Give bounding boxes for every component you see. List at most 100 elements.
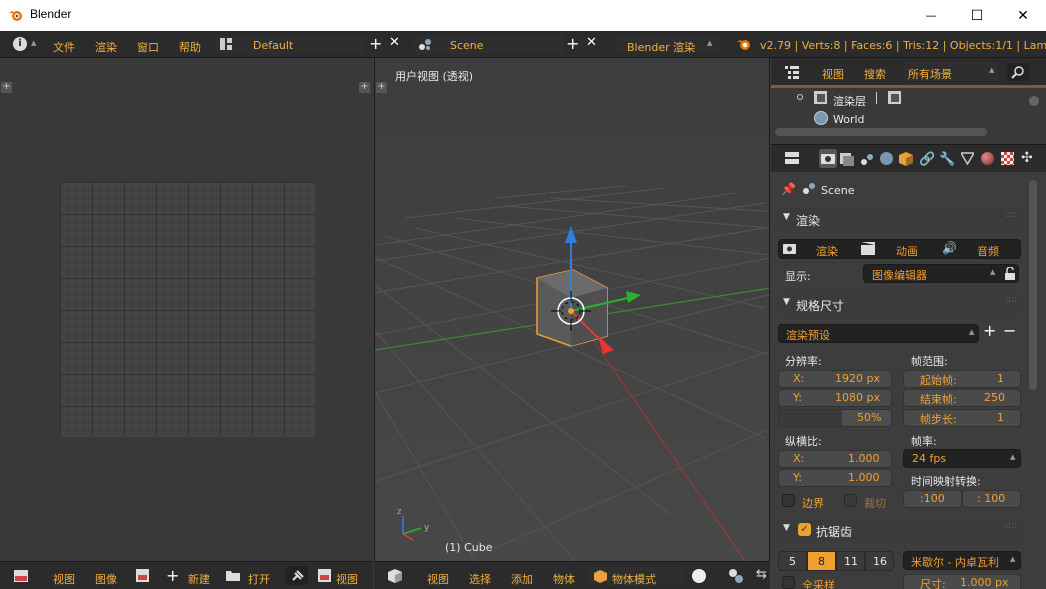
end-frame-field[interactable]: 结束帧: 250 — [903, 389, 1021, 407]
outliner-menu-search[interactable]: 搜索 — [864, 66, 886, 82]
scene-selector[interactable]: Scene — [414, 35, 564, 54]
3d-view-type-icon[interactable] — [388, 569, 402, 586]
add-preset-icon[interactable]: + — [983, 321, 996, 340]
tools-toggle-icon[interactable]: + — [1, 82, 12, 93]
full-sample-checkbox[interactable] — [782, 576, 795, 589]
pivot-icon[interactable] — [728, 568, 744, 587]
viewport-tools-toggle-icon[interactable]: + — [376, 82, 387, 93]
aspect-y-field[interactable]: Y: 1.000 — [778, 469, 892, 487]
tab-texture-icon[interactable] — [1001, 152, 1014, 165]
outliner-type-icon[interactable] — [785, 65, 799, 82]
uv-image-editor[interactable]: + + — [0, 58, 373, 561]
menu-render[interactable]: 渲染 — [95, 39, 117, 55]
render-presets-selector[interactable]: 渲染预设 ▲ — [778, 324, 979, 343]
properties-scrollbar[interactable] — [1029, 180, 1037, 390]
aa-filter-selector[interactable]: 米歇尔 - 内卓瓦利 ▲ — [903, 551, 1021, 570]
tab-render[interactable] — [819, 149, 837, 168]
aa-samples-row: 5 8 11 16 — [778, 551, 894, 571]
display-selector[interactable]: 图像编辑器 ▲ — [863, 264, 1019, 283]
remove-layout-icon[interactable]: ✕ — [389, 35, 400, 50]
time-remap-old-field[interactable]: :100 — [903, 490, 962, 508]
aspect-x-field[interactable]: X: 1.000 — [778, 450, 892, 468]
tab-render-layers-icon[interactable] — [840, 153, 854, 169]
viewport-menu-object[interactable]: 物体 — [553, 571, 575, 587]
outliner[interactable]: 视图 搜索 所有场景 ▲ 渲染层 World — [771, 58, 1046, 143]
menu-help[interactable]: 帮助 — [179, 39, 201, 55]
crop-checkbox[interactable] — [844, 494, 857, 507]
outliner-filter-selector[interactable]: 所有场景 ▲ — [903, 62, 999, 81]
render-button[interactable]: 渲染 — [816, 243, 838, 259]
mode-selector[interactable]: 物体模式 — [588, 567, 684, 586]
layout-selector[interactable]: Default — [216, 35, 366, 54]
pin-icon[interactable] — [286, 566, 308, 585]
frame-step-field[interactable]: 帧步长: 1 — [903, 409, 1021, 427]
dimensions-panel-header[interactable]: ▼ 规格尺寸 :::: — [777, 293, 1021, 315]
new-image-icon[interactable]: + — [166, 566, 179, 585]
pin-icon-props[interactable]: 📌 — [781, 182, 796, 196]
open-folder-icon[interactable] — [226, 569, 240, 584]
properties-type-icon[interactable] — [785, 152, 799, 167]
outliner-search-icon[interactable] — [1007, 63, 1029, 81]
animation-button[interactable]: 动画 — [896, 243, 918, 259]
aa-sample-8[interactable]: 8 — [807, 551, 836, 571]
outliner-menu-view[interactable]: 视图 — [822, 66, 844, 82]
time-remap-new-field[interactable]: : 100 — [962, 490, 1021, 508]
aa-size-field[interactable]: 尺寸: 1.000 px — [903, 574, 1021, 589]
lock-icon[interactable] — [1003, 266, 1017, 281]
menu-view[interactable]: 视图 — [53, 571, 75, 587]
outliner-h-scrollbar[interactable] — [775, 128, 987, 136]
add-scene-icon[interactable]: + — [566, 34, 579, 53]
tab-object-icon[interactable] — [899, 152, 913, 169]
aa-sample-11[interactable]: 11 — [836, 551, 865, 571]
maximize-button[interactable]: ☐ — [954, 0, 1000, 31]
render-engine-selector[interactable]: Blender 渲染 ▲ — [617, 35, 719, 54]
tab-scene-icon[interactable] — [860, 153, 874, 170]
aa-sample-16[interactable]: 16 — [865, 551, 894, 571]
frame-rate-selector[interactable]: 24 fps ▲ — [903, 449, 1021, 468]
drag-handle-icon[interactable]: :::: — [1005, 210, 1017, 220]
open-image-button[interactable]: 打开 — [248, 571, 270, 587]
image-editor-type-icon[interactable] — [14, 570, 28, 582]
viewport-menu-select[interactable]: 选择 — [469, 571, 491, 587]
tab-particles-icon[interactable]: ✣ — [1021, 150, 1033, 166]
outliner-item-render-layers[interactable]: 渲染层 — [833, 93, 866, 109]
render-panel-header[interactable]: ▼ 渲染 :::: — [777, 208, 1021, 230]
aa-sample-5[interactable]: 5 — [778, 551, 807, 571]
remove-scene-icon[interactable]: ✕ — [586, 35, 597, 50]
outliner-item-world[interactable]: World — [833, 113, 865, 126]
tab-data-icon[interactable] — [959, 152, 976, 168]
drag-handle-icon[interactable]: :::: — [1005, 295, 1017, 305]
viewport-menu-add[interactable]: 添加 — [511, 571, 533, 587]
start-frame-field[interactable]: 起始帧: 1 — [903, 370, 1021, 388]
tab-material-icon[interactable] — [981, 152, 994, 165]
browse-image-icon[interactable] — [136, 569, 150, 583]
properties-toggle-icon[interactable]: + — [359, 82, 370, 93]
tab-constraints-icon[interactable]: 🔗 — [919, 152, 935, 167]
menu-file[interactable]: 文件 — [53, 39, 75, 55]
info-editor-icon[interactable]: i — [13, 37, 27, 51]
properties-editor[interactable]: 🔗 🔧 ✣ 📌 Scene ▼ 渲染 :::: 渲染 动画 🔊 音频 显示: 图… — [771, 144, 1046, 589]
shading-icon[interactable] — [692, 569, 706, 583]
resolution-y-field[interactable]: Y: 1080 px — [778, 389, 892, 407]
add-layout-icon[interactable]: + — [369, 34, 382, 53]
resolution-x-field[interactable]: X: 1920 px — [778, 370, 892, 388]
menu-window[interactable]: 窗口 — [137, 39, 159, 55]
resolution-percentage-field[interactable]: 50% — [778, 409, 892, 427]
audio-button[interactable]: 音频 — [977, 243, 999, 259]
menu-image[interactable]: 图像 — [95, 571, 117, 587]
viewport-menu-view[interactable]: 视图 — [427, 571, 449, 587]
drag-handle-icon[interactable]: :::: — [1005, 521, 1017, 531]
3d-viewport[interactable]: z y + 用户视图 (透视) (1) Cube — [374, 58, 770, 561]
border-checkbox[interactable] — [782, 494, 795, 507]
antialiasing-checkbox[interactable]: ✓ — [798, 523, 811, 536]
antialiasing-panel-header[interactable]: ▼ ✓ 抗锯齿 :::: — [777, 519, 1021, 541]
minimize-button[interactable]: — — [908, 0, 954, 31]
view-type-icon[interactable] — [318, 569, 332, 586]
transform-orientation-icon[interactable]: ⇆ — [756, 567, 767, 582]
close-button[interactable]: ✕ — [1000, 0, 1046, 31]
tab-world-icon[interactable] — [880, 152, 893, 165]
new-image-button[interactable]: 新建 — [188, 571, 210, 587]
tab-modifiers-icon[interactable]: 🔧 — [939, 152, 955, 167]
menu-view-2[interactable]: 视图 — [336, 571, 358, 587]
remove-preset-icon[interactable]: − — [1003, 321, 1016, 340]
